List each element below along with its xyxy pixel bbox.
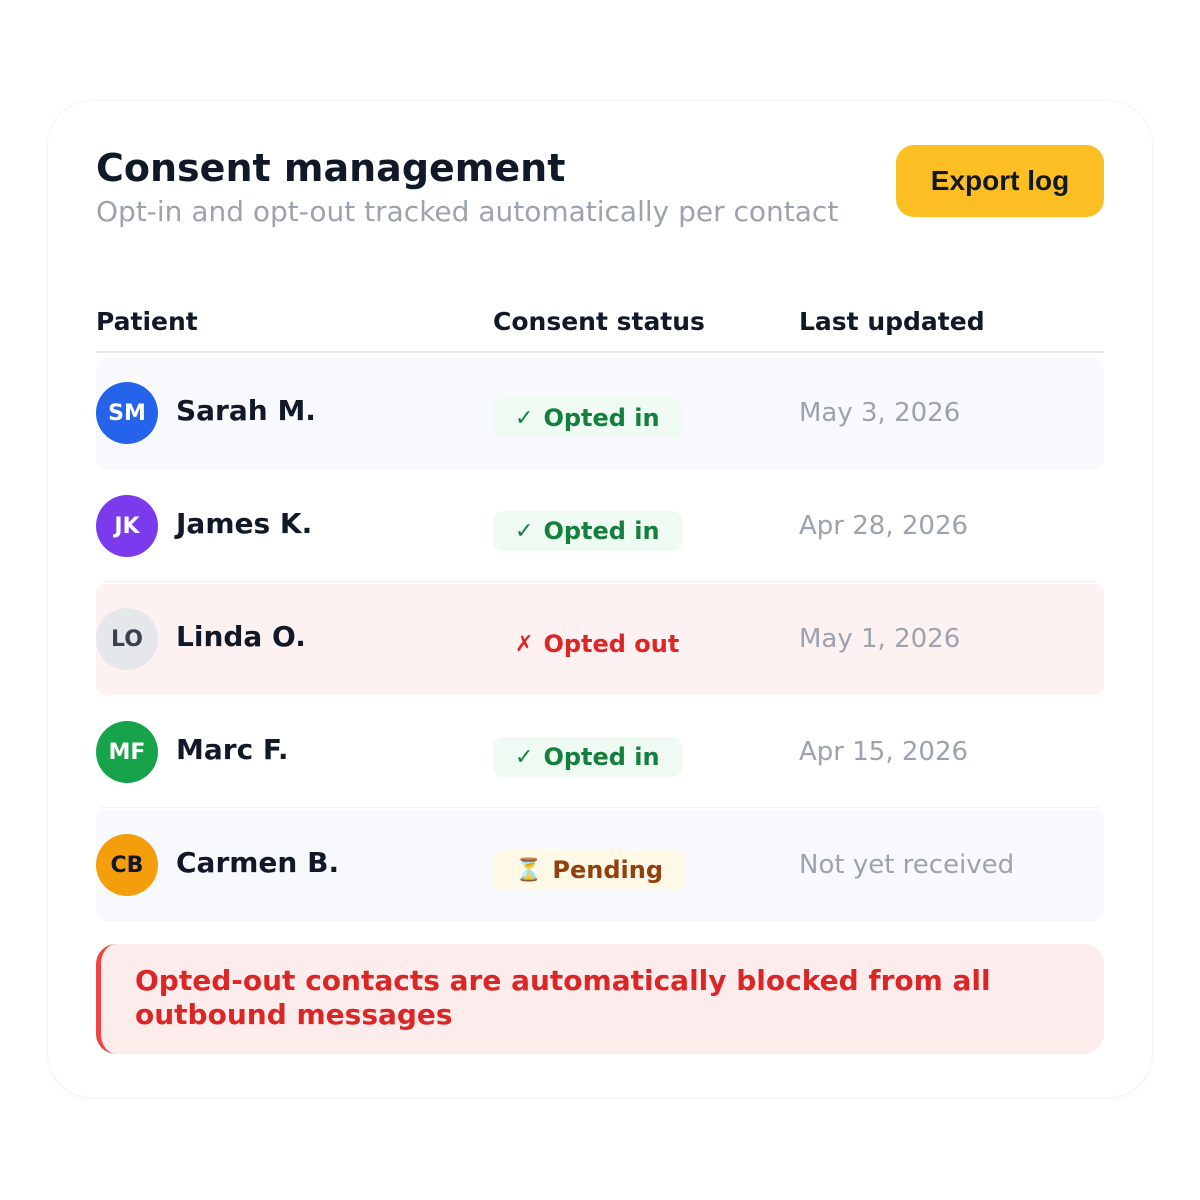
- patient-name: Carmen B.: [176, 846, 340, 879]
- column-header-last-updated: Last updated: [799, 307, 985, 336]
- patient-name: Marc F.: [176, 733, 289, 766]
- avatar: CB: [96, 834, 158, 896]
- status-label: Pending: [552, 856, 664, 884]
- column-header-consent-status: Consent status: [493, 307, 705, 336]
- check-icon: ✓: [515, 518, 534, 544]
- hourglass-icon: ⏳: [515, 857, 543, 883]
- avatar: LO: [96, 608, 158, 670]
- status-badge: ⏳ Pending: [493, 850, 686, 890]
- table-row[interactable]: JK James K. ✓ Opted in Apr 28, 2026: [96, 471, 1104, 582]
- card-header: Consent management Opt-in and opt-out tr…: [96, 145, 1104, 235]
- last-updated: May 3, 2026: [799, 398, 961, 428]
- last-updated: Not yet received: [799, 850, 1015, 880]
- status-badge: ✓ Opted in: [493, 398, 682, 438]
- table-row[interactable]: LO Linda O. ✗ Opted out May 1, 2026: [96, 584, 1104, 695]
- patient-name: Sarah M.: [176, 394, 316, 427]
- status-label: Opted in: [543, 743, 660, 771]
- last-updated: Apr 15, 2026: [799, 737, 969, 767]
- table-header: Patient Consent status Last updated: [96, 301, 1104, 353]
- consent-card: Consent management Opt-in and opt-out tr…: [48, 101, 1152, 1097]
- table-row[interactable]: MF Marc F. ✓ Opted in Apr 15, 2026: [96, 697, 1104, 808]
- check-icon: ✓: [515, 744, 534, 770]
- opt-out-notice: Opted-out contacts are automatically blo…: [96, 944, 1104, 1054]
- table-row[interactable]: SM Sarah M. ✓ Opted in May 3, 2026: [96, 358, 1104, 469]
- table-row[interactable]: CB Carmen B. ⏳ Pending Not yet received: [96, 810, 1104, 921]
- last-updated: May 1, 2026: [799, 624, 961, 654]
- status-label: Opted in: [543, 517, 660, 545]
- last-updated: Apr 28, 2026: [799, 511, 969, 541]
- export-log-button[interactable]: Export log: [896, 145, 1104, 217]
- page-title: Consent management: [96, 146, 566, 190]
- avatar: JK: [96, 495, 158, 557]
- table-body: SM Sarah M. ✓ Opted in May 3, 2026 JK Ja…: [96, 358, 1104, 923]
- cross-icon: ✗: [515, 631, 534, 657]
- patient-name: James K.: [176, 507, 313, 540]
- check-icon: ✓: [515, 405, 534, 431]
- status-badge: ✓ Opted in: [493, 737, 682, 777]
- column-header-patient: Patient: [96, 307, 198, 336]
- avatar: MF: [96, 721, 158, 783]
- status-badge: ✗ Opted out: [493, 624, 701, 664]
- status-label: Opted out: [543, 630, 680, 658]
- status-label: Opted in: [543, 404, 660, 432]
- page-subtitle: Opt-in and opt-out tracked automatically…: [96, 195, 839, 228]
- status-badge: ✓ Opted in: [493, 511, 682, 551]
- avatar: SM: [96, 382, 158, 444]
- patient-name: Linda O.: [176, 620, 306, 653]
